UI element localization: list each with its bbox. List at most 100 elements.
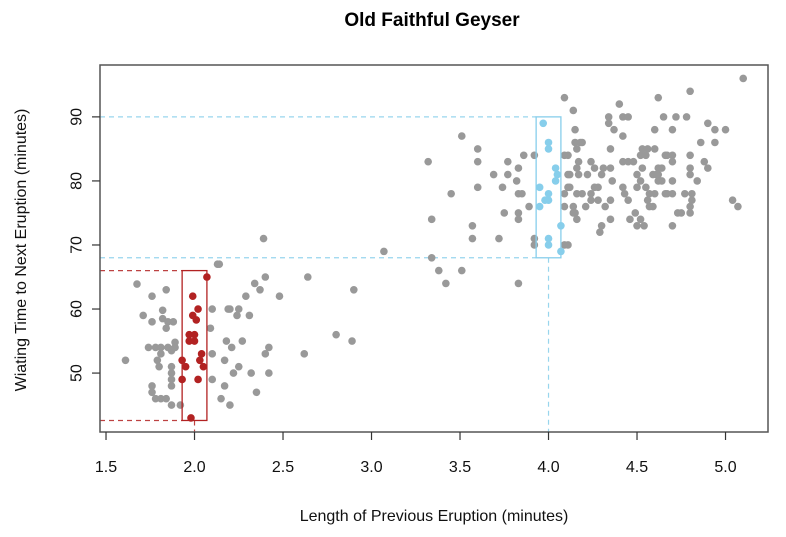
data-point (350, 286, 358, 294)
data-point (606, 215, 615, 224)
data-point (261, 350, 270, 358)
data-point-high (535, 183, 544, 192)
data-point (650, 189, 659, 198)
data-point (704, 164, 712, 172)
scatter-chart: Old Faithful Geyser 1.5 2.0 2.5 3.0 3.5 4.0 4.… (13, 10, 769, 525)
data-point (668, 157, 677, 166)
guide-lines (100, 116, 550, 432)
data-point (645, 202, 654, 211)
data-point (574, 170, 583, 179)
data-point (519, 151, 528, 160)
data-point (668, 189, 677, 198)
data-point (728, 196, 737, 204)
data-point (711, 138, 719, 147)
data-point (573, 145, 581, 153)
data-point (565, 170, 574, 179)
data-point (601, 202, 609, 211)
data-point (682, 113, 691, 121)
y-axis: 50 60 70 80 90 (69, 108, 100, 382)
data-point (265, 369, 273, 377)
data-point (495, 234, 503, 243)
data-point (606, 164, 615, 172)
data-point (631, 209, 640, 217)
data-point (169, 318, 178, 326)
data-point (693, 177, 701, 185)
data-point (155, 362, 163, 371)
data-point (668, 221, 677, 230)
data-point (217, 394, 225, 403)
data-point (242, 292, 250, 301)
data-point (256, 286, 264, 294)
data-point (500, 209, 509, 217)
data-point (587, 157, 595, 166)
data-point (167, 346, 176, 355)
data-point (578, 189, 586, 198)
data-point (473, 183, 482, 192)
data-point (599, 164, 608, 172)
data-point (380, 247, 388, 256)
data-point (573, 164, 581, 172)
data-point (624, 113, 632, 121)
data-point (624, 196, 632, 204)
x-tick-label: 1.5 (95, 459, 117, 476)
data-point (234, 362, 243, 371)
data-point (619, 132, 627, 140)
data-point (222, 337, 231, 345)
data-point (238, 337, 247, 345)
data-point (303, 273, 312, 281)
data-point (489, 170, 498, 179)
data-point (162, 324, 170, 333)
data-point (514, 279, 523, 288)
data-point (596, 228, 604, 236)
data-point (504, 170, 512, 179)
data-point (457, 266, 466, 275)
data-point (564, 241, 572, 249)
data-point (434, 266, 443, 275)
data-point-low (196, 356, 204, 365)
data-point-low (190, 337, 199, 345)
data-point (574, 157, 583, 166)
data-point (133, 280, 141, 288)
data-point-low (188, 292, 197, 301)
data-point (677, 209, 686, 217)
data-point (668, 177, 677, 185)
data-point (571, 125, 579, 134)
data-point (564, 151, 572, 160)
data-point (696, 138, 705, 147)
data-point (234, 305, 243, 313)
data-point (590, 164, 599, 172)
data-point (571, 209, 579, 217)
data-point-low (197, 350, 206, 358)
data-point (686, 170, 694, 179)
data-point-high (544, 241, 553, 249)
data-point (424, 157, 432, 166)
data-point (604, 119, 613, 128)
data-point (636, 177, 645, 185)
data-point (606, 145, 615, 153)
data-point (606, 196, 615, 204)
data-point (560, 189, 569, 198)
data-point-high (553, 170, 562, 179)
data-point (148, 388, 156, 397)
data-point (576, 138, 585, 147)
data-point (514, 215, 523, 224)
x-tick-label: 4.5 (626, 459, 648, 476)
data-point-high (544, 196, 553, 204)
data-point (220, 356, 229, 365)
data-point (565, 183, 574, 192)
data-point (148, 292, 156, 301)
data-point (581, 202, 590, 211)
data-point (457, 132, 466, 140)
data-point (636, 215, 645, 224)
data-point (668, 125, 677, 134)
data-point (226, 305, 234, 313)
data-point (739, 74, 748, 83)
data-point (208, 375, 217, 384)
data-point-high (551, 164, 560, 172)
data-point (657, 177, 666, 185)
data-point (157, 350, 165, 358)
data-point (332, 330, 340, 339)
data-point (633, 183, 641, 192)
data-point (245, 311, 254, 320)
data-point (473, 157, 482, 166)
